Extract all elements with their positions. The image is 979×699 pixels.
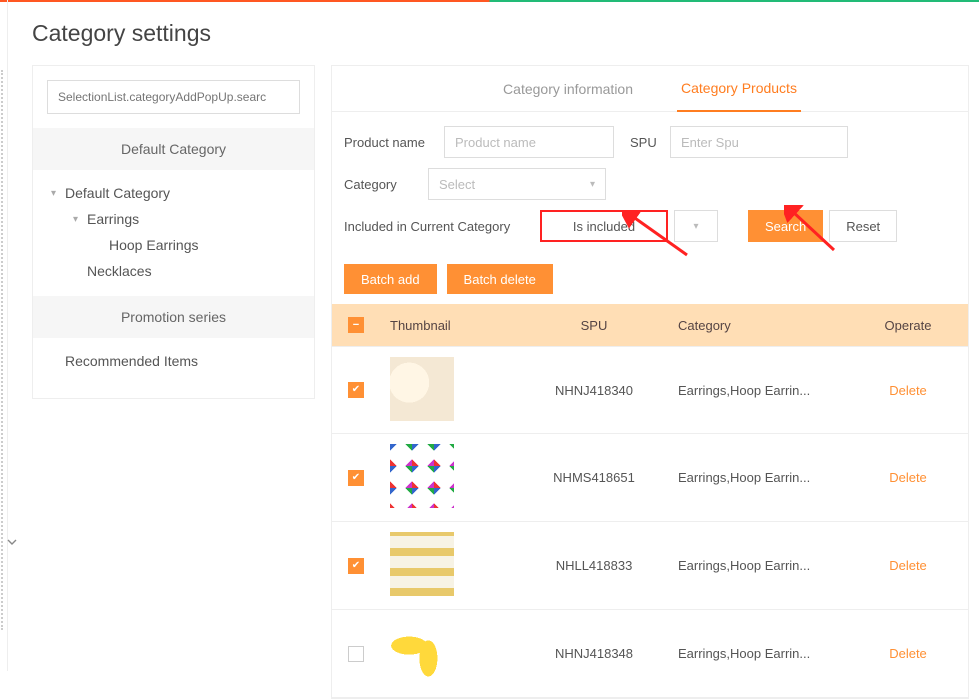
recommended-section: Recommended Items bbox=[33, 344, 314, 378]
product-thumbnail bbox=[390, 357, 454, 421]
tree-node-label: Necklaces bbox=[87, 263, 152, 279]
nav-gutter bbox=[0, 0, 18, 671]
tab-label: Category information bbox=[503, 81, 633, 97]
row-checkbox[interactable] bbox=[348, 470, 364, 486]
th-operate: Operate bbox=[848, 318, 968, 333]
cell-category: Earrings,Hoop Earrin... bbox=[668, 383, 848, 398]
table-header: Thumbnail SPU Category Operate bbox=[332, 304, 968, 346]
cell-category: Earrings,Hoop Earrin... bbox=[668, 558, 848, 573]
table-row: NHMS418651Earrings,Hoop Earrin... Delete bbox=[332, 434, 968, 522]
cell-spu: NHNJ418340 bbox=[520, 383, 668, 398]
tree-node-label: Earrings bbox=[87, 211, 139, 227]
cell-spu: NHLL418833 bbox=[520, 558, 668, 573]
sidebar-block-default-label: Default Category bbox=[121, 141, 226, 157]
th-spu: SPU bbox=[520, 318, 668, 333]
search-button[interactable]: Search bbox=[748, 210, 823, 242]
delete-link[interactable]: Delete bbox=[889, 646, 927, 661]
included-extra-select[interactable]: ▾ bbox=[674, 210, 718, 242]
tree-node-earrings[interactable]: ▾ Earrings bbox=[67, 206, 314, 232]
page-title: Category settings bbox=[32, 20, 979, 47]
chevron-down-icon: ▾ bbox=[590, 179, 595, 190]
tree-node-recommended[interactable]: Recommended Items bbox=[45, 348, 314, 374]
tree-node-label: Recommended Items bbox=[65, 353, 198, 369]
tabs: Category information Category Products bbox=[332, 66, 968, 112]
batch-delete-button[interactable]: Batch delete bbox=[447, 264, 553, 294]
caret-down-icon: ▾ bbox=[51, 188, 65, 199]
sidebar-block-promotion[interactable]: Promotion series bbox=[33, 296, 314, 338]
filters: Product name SPU Category Select ▾ bbox=[332, 112, 968, 264]
table-row: NHNJ418340Earrings,Hoop Earrin... Delete bbox=[332, 346, 968, 434]
table-row: NHNJ418348Earrings,Hoop Earrin... Delete bbox=[332, 610, 968, 698]
cell-category: Earrings,Hoop Earrin... bbox=[668, 646, 848, 661]
cell-spu: NHMS418651 bbox=[520, 470, 668, 485]
spu-input[interactable] bbox=[670, 126, 848, 158]
search-button-label: Search bbox=[765, 219, 806, 234]
product-name-input[interactable] bbox=[444, 126, 614, 158]
sidebar-block-default[interactable]: Default Category bbox=[33, 128, 314, 170]
reset-button[interactable]: Reset bbox=[829, 210, 897, 242]
sidebar: Default Category ▾ Default Category ▾ Ea… bbox=[32, 65, 315, 399]
batch-add-label: Batch add bbox=[361, 272, 420, 287]
category-select[interactable]: Select ▾ bbox=[428, 168, 606, 200]
cell-category: Earrings,Hoop Earrin... bbox=[668, 470, 848, 485]
reset-button-label: Reset bbox=[846, 219, 880, 234]
tab-label: Category Products bbox=[681, 80, 797, 96]
spu-field[interactable] bbox=[681, 135, 837, 150]
row-checkbox[interactable] bbox=[348, 382, 364, 398]
tree-root-label: Default Category bbox=[65, 185, 170, 201]
main-panel: Category information Category Products P… bbox=[331, 65, 969, 699]
tab-category-information[interactable]: Category information bbox=[499, 66, 637, 112]
product-thumbnail bbox=[390, 444, 454, 508]
product-name-label: Product name bbox=[344, 135, 434, 150]
product-thumbnail bbox=[390, 620, 454, 684]
category-tree: ▾ Default Category ▾ Earrings Hoop Earri… bbox=[33, 176, 314, 288]
row-checkbox[interactable] bbox=[348, 646, 364, 662]
gutter-chevron-down-icon[interactable] bbox=[5, 535, 19, 549]
sidebar-search-field[interactable] bbox=[58, 90, 289, 104]
delete-link[interactable]: Delete bbox=[889, 383, 927, 398]
products-table: Thumbnail SPU Category Operate NHNJ41834… bbox=[332, 304, 968, 698]
batch-add-button[interactable]: Batch add bbox=[344, 264, 437, 294]
tree-node-label: Hoop Earrings bbox=[109, 237, 199, 253]
sidebar-search-input[interactable] bbox=[47, 80, 300, 114]
category-label: Category bbox=[344, 177, 404, 192]
tree-node-hoop-earrings[interactable]: Hoop Earrings bbox=[89, 232, 314, 258]
tree-node-necklaces[interactable]: Necklaces bbox=[67, 258, 314, 284]
sidebar-block-promotion-label: Promotion series bbox=[121, 309, 226, 325]
cell-spu: NHNJ418348 bbox=[520, 646, 668, 661]
product-name-field[interactable] bbox=[455, 135, 603, 150]
product-thumbnail bbox=[390, 532, 454, 596]
category-select-placeholder: Select bbox=[439, 177, 475, 192]
chevron-down-icon: ▾ bbox=[693, 221, 698, 232]
included-select[interactable]: Is included bbox=[540, 210, 668, 242]
select-all-checkbox[interactable] bbox=[348, 317, 364, 333]
row-checkbox[interactable] bbox=[348, 558, 364, 574]
batch-actions: Batch add Batch delete bbox=[332, 264, 968, 304]
tree-root[interactable]: ▾ Default Category bbox=[45, 180, 314, 206]
included-label: Included in Current Category bbox=[344, 219, 534, 234]
table-row: NHLL418833Earrings,Hoop Earrin... Delete bbox=[332, 522, 968, 610]
caret-down-icon: ▾ bbox=[73, 214, 87, 225]
tab-category-products[interactable]: Category Products bbox=[677, 66, 801, 112]
th-category: Category bbox=[668, 318, 848, 333]
spu-label: SPU bbox=[630, 135, 660, 150]
delete-link[interactable]: Delete bbox=[889, 558, 927, 573]
delete-link[interactable]: Delete bbox=[889, 470, 927, 485]
batch-delete-label: Batch delete bbox=[464, 272, 536, 287]
included-select-value: Is included bbox=[573, 219, 635, 234]
th-thumbnail: Thumbnail bbox=[380, 318, 520, 333]
